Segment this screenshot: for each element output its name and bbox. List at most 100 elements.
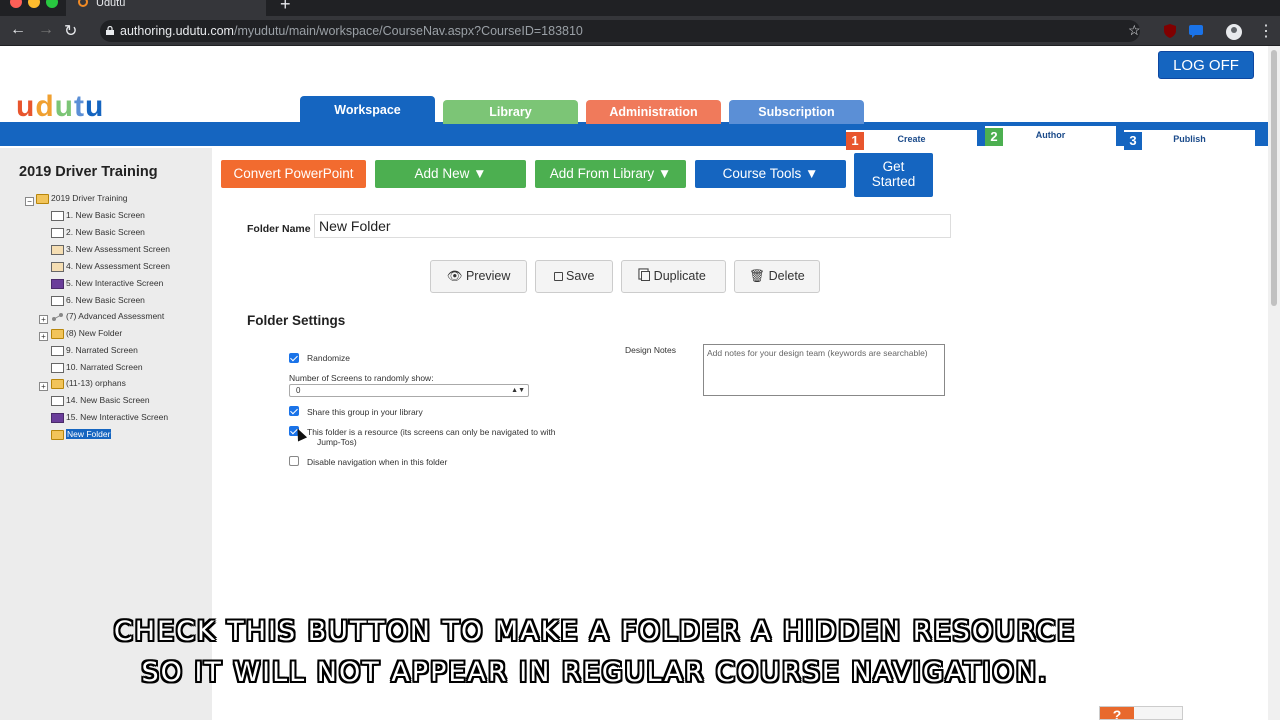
get-started-line1: Get (882, 159, 905, 174)
assessment-screen-icon (51, 244, 64, 255)
share-library-checkbox[interactable] (289, 406, 299, 416)
num-screens-select[interactable]: 0 ▲▼ (289, 384, 529, 397)
step-label: Author (1035, 130, 1066, 140)
udutu-favicon-icon (78, 0, 88, 7)
folder-name-label: Folder Name (247, 223, 311, 235)
add-from-library-button[interactable]: Add From Library ▼ (535, 160, 686, 188)
tab-workspace[interactable]: Workspace (300, 96, 435, 124)
collapse-toggle-icon[interactable]: − (25, 197, 34, 206)
preview-label: Preview (465, 269, 511, 283)
tree-item-screen[interactable]: 2. New Basic Screen (51, 226, 145, 239)
resource-label-line2: Jump-Tos) (317, 437, 357, 447)
browser-tab[interactable]: Udutu (66, 0, 266, 16)
folder-name-input[interactable]: New Folder (314, 214, 951, 238)
tree-item-label: 10. Narrated Screen (66, 362, 143, 372)
mouse-cursor-icon (292, 426, 308, 442)
tree-item-folder[interactable]: (7) Advanced Assessment (51, 310, 164, 323)
randomize-label: Randomize (307, 353, 350, 363)
convert-powerpoint-button[interactable]: Convert PowerPoint (221, 160, 366, 188)
profile-avatar-icon[interactable] (1225, 23, 1242, 40)
trash-icon: 🗑 (749, 269, 766, 283)
tree-root-label: 2019 Driver Training (51, 193, 128, 203)
save-label: Save (565, 269, 595, 283)
new-tab-icon[interactable]: + (280, 0, 291, 15)
folder-icon (51, 378, 64, 389)
tree-item-folder[interactable]: (11-13) orphans (51, 377, 126, 390)
step-author[interactable]: 2 Author (985, 126, 1116, 148)
step-number: 3 (1124, 132, 1142, 150)
tree-item-screen[interactable]: 4. New Assessment Screen (51, 260, 170, 273)
basic-screen-icon (51, 395, 64, 406)
randomize-checkbox[interactable] (289, 353, 299, 363)
resource-label-line1: This folder is a resource (its screens c… (307, 427, 556, 437)
floppy-disk-icon (553, 272, 563, 281)
tab-subscription[interactable]: Subscription (729, 100, 864, 124)
udutu-page: udutu LOG OFF Workspace Library Administ… (0, 46, 1268, 720)
reload-icon[interactable]: ↻ (64, 21, 77, 41)
tree-item-screen[interactable]: 14. New Basic Screen (51, 394, 150, 407)
design-notes-label: Design Notes (625, 345, 677, 355)
num-screens-value: 0 (296, 386, 301, 395)
tree-item-screen[interactable]: 5. New Interactive Screen (51, 277, 163, 290)
help-widget[interactable]: ? (1099, 706, 1183, 720)
tree-item-screen[interactable]: 3. New Assessment Screen (51, 243, 170, 256)
expand-toggle-icon[interactable]: + (39, 382, 48, 391)
tree-item-label: New Folder (66, 429, 112, 439)
minimize-window-icon[interactable] (28, 0, 40, 8)
browser-menu-icon[interactable]: ⋮ (1258, 21, 1274, 41)
chat-extension-icon[interactable] (1188, 23, 1204, 39)
page-scrollbar[interactable] (1268, 46, 1280, 720)
log-off-button[interactable]: LOG OFF (1158, 51, 1254, 79)
url-field[interactable]: authoring.udutu.com/myudutu/main/workspa… (100, 20, 1140, 42)
tree-item-label: 1. New Basic Screen (66, 210, 145, 220)
delete-button[interactable]: 🗑 Delete (734, 260, 820, 293)
course-folder-icon (36, 193, 49, 204)
duplicate-button[interactable]: Duplicate (621, 260, 726, 293)
tree-item-screen[interactable]: 9. Narrated Screen (51, 344, 138, 357)
tree-item-label: 6. New Basic Screen (66, 295, 145, 305)
step-publish[interactable]: 3 Publish (1124, 130, 1255, 150)
design-notes-textarea[interactable]: Add notes for your design team (keywords… (703, 344, 945, 396)
get-started-button[interactable]: Get Started (854, 153, 933, 197)
course-tools-button[interactable]: Course Tools ▼ (695, 160, 846, 188)
add-new-button[interactable]: Add New ▼ (375, 160, 526, 188)
expand-toggle-icon[interactable]: + (39, 332, 48, 341)
delete-label: Delete (768, 269, 805, 283)
tree-item-label: 14. New Basic Screen (66, 395, 150, 405)
tab-administration[interactable]: Administration (586, 100, 721, 124)
close-window-icon[interactable] (10, 0, 22, 8)
tab-library[interactable]: Library (443, 100, 578, 124)
tree-item-folder-selected[interactable]: New Folder (51, 428, 112, 441)
back-arrow-icon[interactable]: ← (10, 21, 26, 39)
tree-item-screen[interactable]: 1. New Basic Screen (51, 209, 145, 222)
caption-line-1: CHECK THIS BUTTON TO MAKE A FOLDER A HID… (113, 616, 1077, 647)
bookmark-star-icon[interactable]: ☆ (1128, 22, 1141, 39)
preview-button[interactable]: 👁 Preview (430, 260, 527, 293)
folder-icon (51, 429, 64, 440)
disable-navigation-checkbox[interactable] (289, 456, 299, 466)
tree-item-screen[interactable]: 6. New Basic Screen (51, 294, 145, 307)
tree-item-folder[interactable]: (8) New Folder (51, 327, 122, 340)
folder-settings-title: Folder Settings (247, 313, 346, 328)
num-screens-label: Number of Screens to randomly show: (289, 373, 434, 383)
tree-item-label: 3. New Assessment Screen (66, 244, 170, 254)
ublock-extension-icon[interactable] (1162, 23, 1178, 39)
tree-item-label: 5. New Interactive Screen (66, 278, 164, 288)
tree-item-label: 9. Narrated Screen (66, 345, 138, 355)
tree-root[interactable]: 2019 Driver Training (36, 192, 128, 205)
course-title: 2019 Driver Training (19, 164, 158, 180)
interactive-screen-icon (51, 278, 64, 289)
save-button[interactable]: Save (535, 260, 613, 293)
step-label: Publish (1173, 134, 1206, 144)
duplicate-label: Duplicate (653, 269, 706, 283)
forward-arrow-icon[interactable]: → (38, 21, 54, 39)
scrollbar-thumb[interactable] (1271, 50, 1277, 306)
step-create[interactable]: 1 Create (846, 130, 977, 150)
maximize-window-icon[interactable] (46, 0, 58, 8)
tree-item-screen[interactable]: 10. Narrated Screen (51, 361, 143, 374)
basic-screen-icon (51, 345, 64, 356)
assessment-screen-icon (51, 261, 64, 272)
browser-tab-title: Udutu (96, 0, 126, 9)
tree-item-screen[interactable]: 15. New Interactive Screen (51, 411, 168, 424)
expand-toggle-icon[interactable]: + (39, 315, 48, 324)
